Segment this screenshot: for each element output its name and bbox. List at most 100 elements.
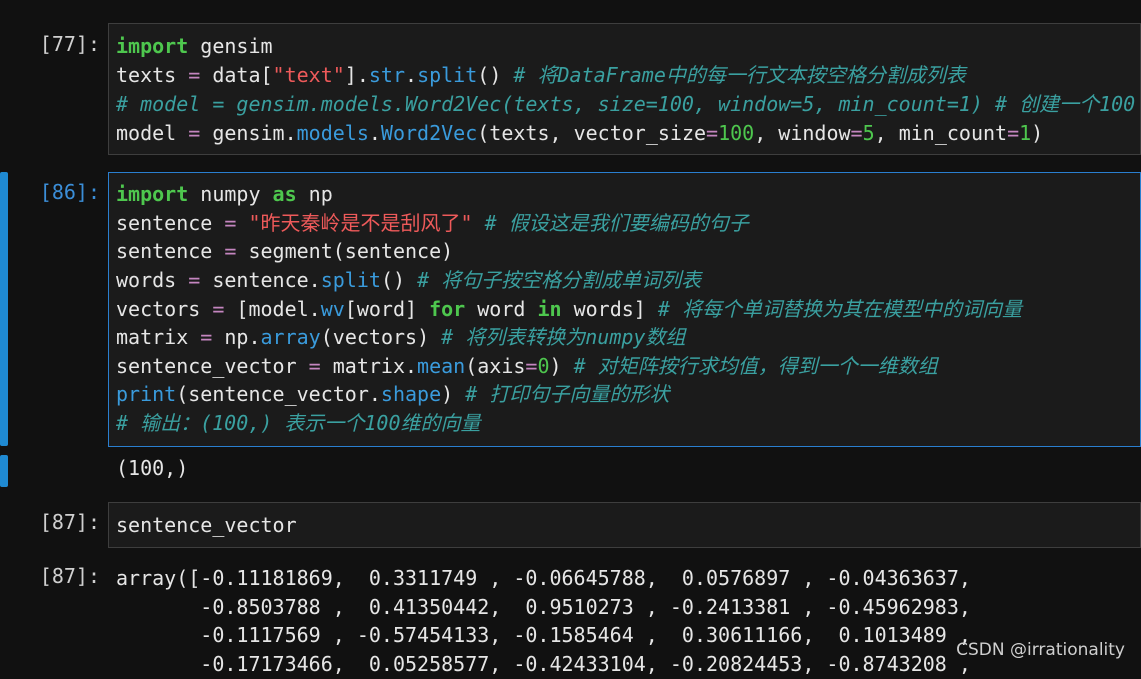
code-token: gensim.	[200, 121, 297, 145]
code-token: import	[116, 34, 189, 58]
code-token: words	[116, 268, 189, 292]
code-token: =	[188, 121, 201, 145]
code-token: .	[405, 63, 418, 87]
code-token: vectors	[116, 297, 213, 321]
code-line: texts = data["text"].str.split() # 将Data…	[116, 61, 966, 90]
code-token: =	[525, 354, 538, 378]
code-token: wv	[320, 297, 345, 321]
code-token: array	[260, 325, 321, 349]
code-token: # 将列表转换为numpy数组	[441, 325, 686, 349]
code-token: # 将句子按空格分割成单词列表	[417, 268, 702, 292]
code-token: 1	[1019, 121, 1032, 145]
code-token: 0	[537, 354, 550, 378]
code-token: np.	[212, 325, 261, 349]
code-token: =	[188, 63, 201, 87]
code-token: =	[224, 211, 237, 235]
code-token: matrix.	[320, 354, 418, 378]
code-cell-77[interactable]: import gensim texts = data["text"].str.s…	[108, 23, 1141, 155]
code-token: gensim	[188, 34, 273, 58]
code-token: segment(sentence)	[236, 239, 454, 263]
output-collapse-bar[interactable]	[0, 455, 8, 487]
code-token: =	[200, 325, 213, 349]
code-token: # 对矩阵按行求均值，得到一个一维数组	[573, 354, 938, 378]
code-token: ()	[380, 268, 418, 292]
code-token: 100	[718, 121, 755, 145]
code-token: str	[368, 63, 406, 87]
code-token: ].	[344, 63, 369, 87]
code-token: # 打印句子向量的形状	[465, 382, 670, 406]
code-token: shape	[380, 382, 442, 406]
code-token: matrix	[116, 325, 201, 349]
code-line: words = sentence.split() # 将句子按空格分割成单词列表	[116, 266, 701, 295]
code-token: =	[188, 268, 201, 292]
code-token: numpy	[188, 182, 273, 206]
code-token: # 将每个单词替换为其在模型中的词向量	[657, 297, 1022, 321]
code-token: )	[441, 382, 466, 406]
active-cell-indicator[interactable]	[0, 172, 8, 446]
code-cell-86[interactable]: import numpy as np sentence = "昨天秦岭是不是刮风…	[108, 172, 1141, 447]
code-token: =	[1007, 121, 1020, 145]
code-line: sentence_vector	[116, 511, 297, 540]
code-token: [model.	[224, 297, 321, 321]
code-token: (axis	[465, 354, 526, 378]
code-token: mean	[417, 354, 466, 378]
code-token: =	[308, 354, 321, 378]
code-token: (vectors)	[320, 325, 442, 349]
code-token: sentence_vector	[116, 513, 297, 537]
code-token: # 假设这是我们要编码的句子	[484, 211, 749, 235]
code-token: data[	[200, 63, 273, 87]
code-token: )	[1031, 121, 1044, 145]
output-line: array([-0.11181869, 0.3311749 , -0.06645…	[116, 566, 971, 590]
code-line: print(sentence_vector.shape) # 打印句子向量的形状	[116, 380, 669, 409]
code-token: =	[706, 121, 719, 145]
cell-prompt-77: [77]:	[39, 32, 100, 56]
code-token: # 输出：(100,) 表示一个100维的向量	[116, 411, 481, 435]
code-token: word	[465, 297, 538, 321]
code-line: sentence = "昨天秦岭是不是刮风了" # 假设这是我们要编码的句子	[116, 209, 749, 238]
code-token: ()	[477, 63, 514, 87]
code-token: split	[320, 268, 381, 292]
code-token: sentence_vector	[116, 354, 309, 378]
code-token: models	[296, 121, 369, 145]
code-cell-87[interactable]: sentence_vector	[108, 502, 1141, 548]
code-token: =	[850, 121, 863, 145]
code-token: print	[116, 382, 177, 406]
code-line: vectors = [model.wv[word] for word in wo…	[116, 295, 1022, 324]
code-line: sentence_vector = matrix.mean(axis=0) # …	[116, 352, 938, 381]
code-token: sentence	[116, 211, 225, 235]
output-line: -0.17173466, 0.05258577, -0.42433104, -0…	[116, 652, 971, 676]
code-token: np	[296, 182, 333, 206]
code-token: as	[272, 182, 297, 206]
output-line: -0.1117569 , -0.57454133, -0.1585464 , 0…	[116, 623, 971, 647]
cell-prompt-87: [87]:	[39, 510, 100, 534]
code-token: "昨天秦岭是不是刮风了"	[248, 211, 473, 235]
code-token: , min_count	[874, 121, 1008, 145]
code-token: =	[212, 297, 225, 321]
code-token: (texts, vector_size	[477, 121, 707, 145]
watermark: CSDN @irrationality	[956, 640, 1125, 660]
code-line: # 输出：(100,) 表示一个100维的向量	[116, 409, 481, 438]
code-line: sentence = segment(sentence)	[116, 237, 453, 266]
code-token: import	[116, 182, 189, 206]
cell-output-86: (100,)	[116, 456, 189, 480]
code-token: words]	[561, 297, 658, 321]
code-token: , window	[754, 121, 851, 145]
code-line: matrix = np.array(vectors) # 将列表转换为numpy…	[116, 323, 685, 352]
code-token: )	[549, 354, 574, 378]
code-token: sentence	[116, 239, 225, 263]
output-line: -0.8503788 , 0.41350442, 0.9510273 , -0.…	[116, 595, 971, 619]
code-line: # model = gensim.models.Word2Vec(texts, …	[116, 90, 1135, 119]
code-token: # 将DataFrame中的每一行文本按空格分割成列表	[513, 63, 966, 87]
code-token: .	[368, 121, 381, 145]
code-line: import numpy as np	[116, 180, 333, 209]
code-token: =	[224, 239, 237, 263]
code-token: "text"	[272, 63, 345, 87]
code-token: # model = gensim.models.Word2Vec(texts, …	[116, 92, 1136, 116]
code-token: texts	[116, 63, 189, 87]
cell-prompt-86: [86]:	[39, 180, 100, 204]
code-token: Word2Vec	[380, 121, 478, 145]
code-token: in	[537, 297, 562, 321]
code-token: [word]	[344, 297, 430, 321]
